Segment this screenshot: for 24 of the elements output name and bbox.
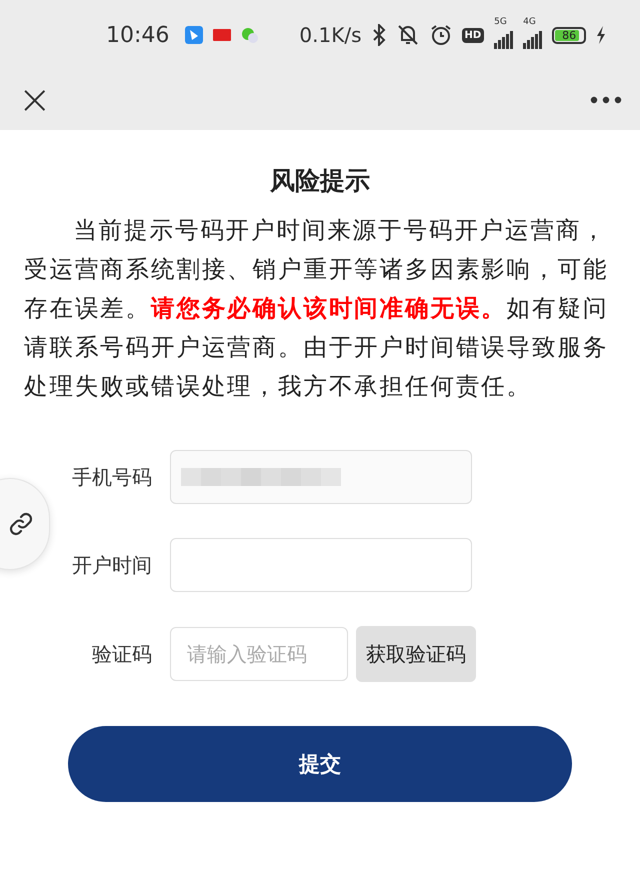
battery-icon: 86: [552, 26, 586, 44]
code-input[interactable]: 请输入验证码: [170, 627, 348, 681]
app-icon: [213, 26, 232, 44]
clock: 10:46: [106, 22, 170, 48]
close-button[interactable]: ×: [18, 80, 52, 120]
dialog-title: 风险提示: [268, 165, 371, 197]
alarm-icon: [430, 24, 452, 46]
chat-icon: [241, 26, 260, 44]
mute-bell-icon: [396, 24, 420, 46]
field-label: 开户时间: [71, 552, 152, 578]
bluetooth-icon: [372, 24, 386, 46]
network-speed: 0.1K/s: [299, 23, 362, 47]
submit-button[interactable]: 提交: [68, 726, 572, 802]
charging-icon: [596, 26, 606, 44]
blurred-phone-field[interactable]: [170, 450, 472, 504]
link-icon: [7, 510, 35, 538]
field-label: 验证码: [91, 640, 152, 668]
app-icon: [185, 26, 204, 44]
hd-badge: HD: [462, 28, 484, 42]
notice-text: 当前提示号码开户时间来源于号码开户运营商，受运营商系统割接、销户重开等诸多因素影响，可能存在误差。请您务必确认该时间准确无误。如有疑问请联系号码开户运营商。由于开户时间错误导致服务处理失败或错误处理，我方不承担任何责任。: [24, 215, 610, 402]
get-code-button[interactable]: 获取验证码: [356, 626, 476, 682]
more-icon[interactable]: [590, 96, 622, 104]
input-field[interactable]: [170, 538, 472, 592]
field-label: 手机号码: [71, 464, 152, 490]
